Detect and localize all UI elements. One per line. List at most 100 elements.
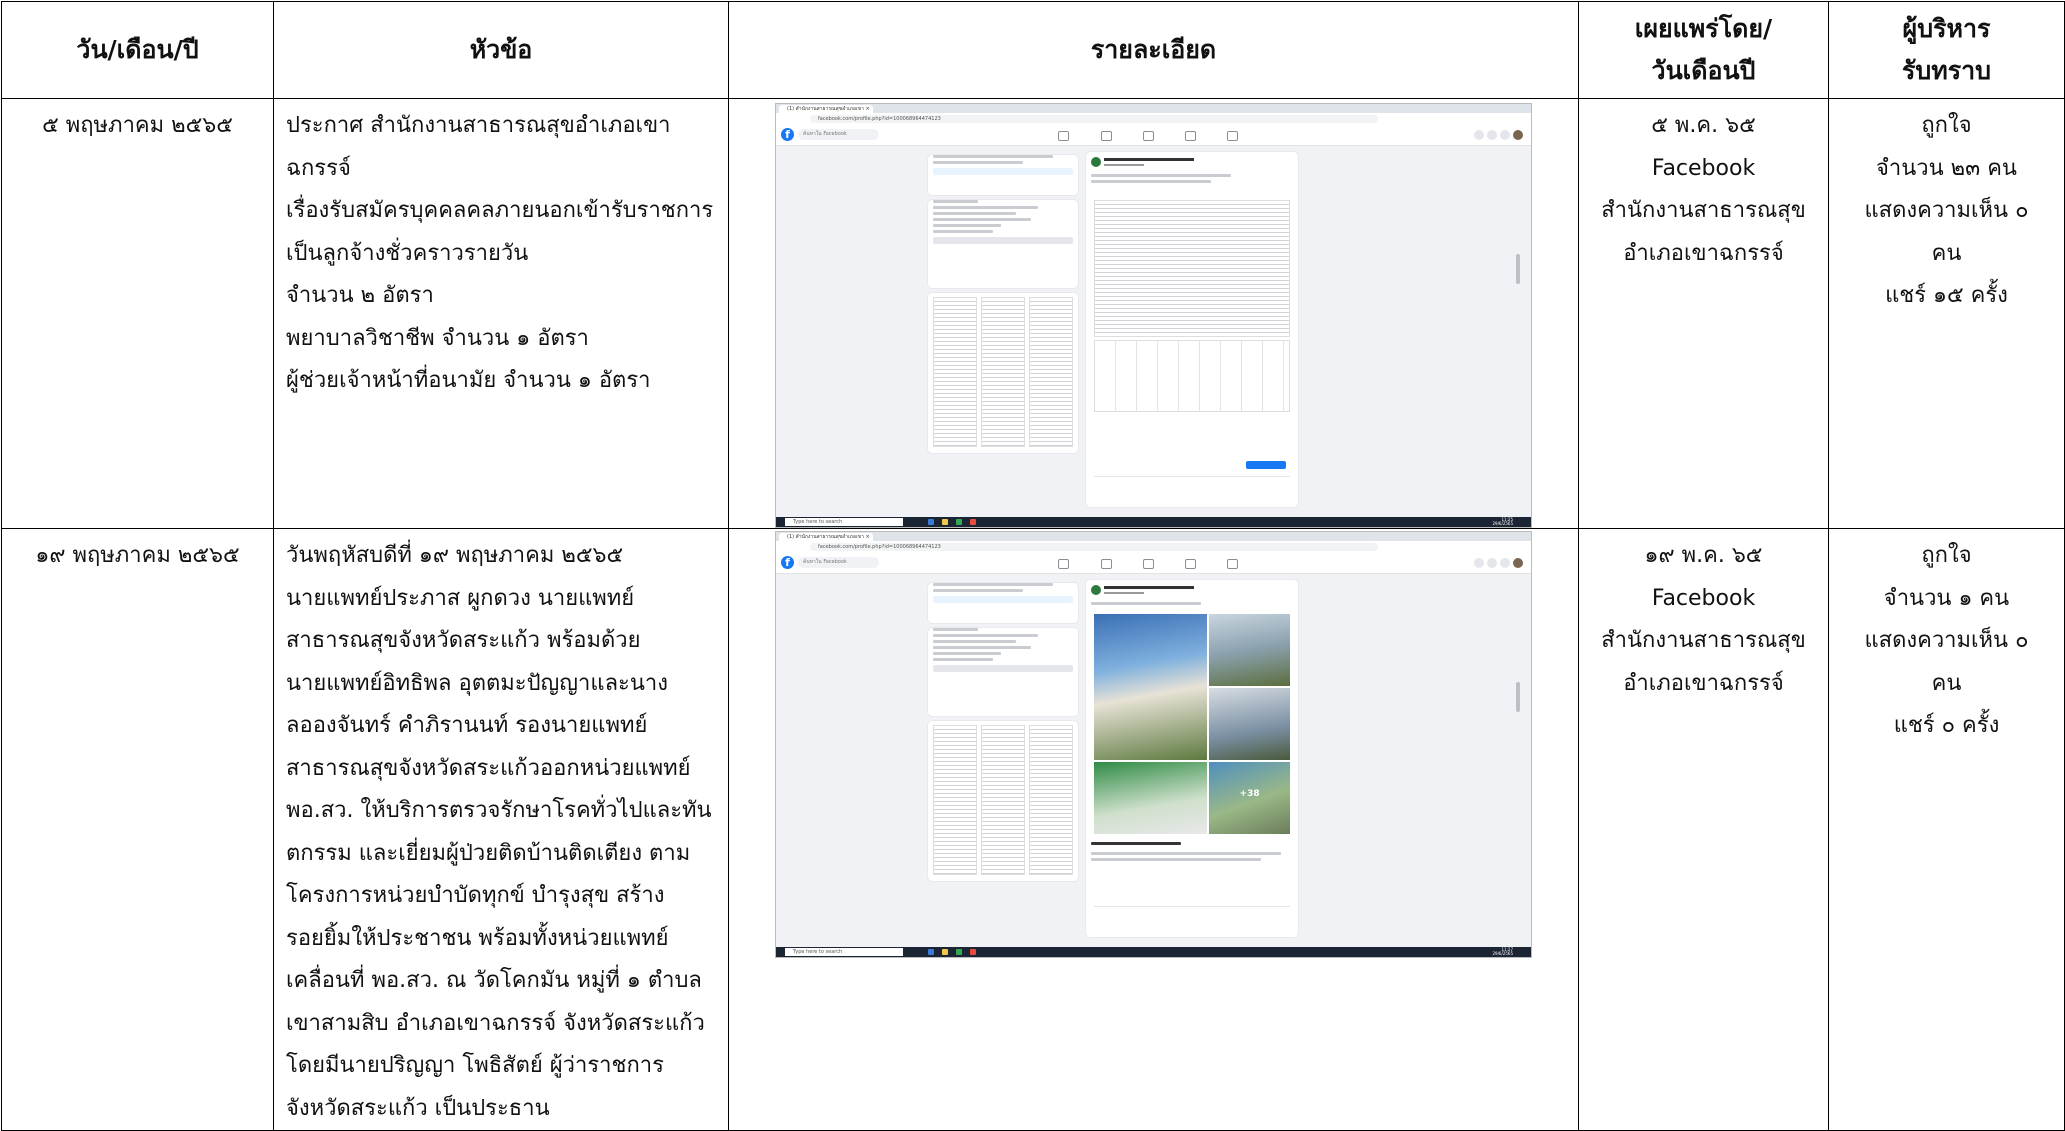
published-line: ๕ พ.ค. ๖๕	[1651, 113, 1756, 138]
post-column: +38	[1086, 580, 1298, 937]
photos-card	[928, 293, 1078, 453]
row-acknowledged: ถูกใจ จำนวน ๑ คน แสดงความเห็น ๐ คน แชร์ …	[1828, 528, 2065, 1131]
about-card	[928, 200, 1078, 288]
header-ack-line2: รับทราบ	[1901, 56, 1992, 85]
taskbar-clock: 11:27 29/6/2565	[1492, 947, 1513, 956]
facebook-logo-icon: f	[781, 128, 794, 141]
page-avatar	[1091, 157, 1101, 167]
row-topic: ประกาศ สำนักงานสาธารณสุขอำเภอเขา ฉกรรจ์ …	[273, 98, 729, 529]
header-published-line1: เผยแพร่โดย/	[1634, 14, 1773, 43]
announcement-document-image	[1094, 200, 1290, 337]
topic-line: เขาสามสิบ อำเภอเขาฉกรรจ์ จังหวัดสระแก้ว	[286, 1010, 705, 1036]
avatar	[1513, 558, 1523, 568]
facebook-screenshot: (1) สำนักงานสาธารณสุขอำเภอเขา × facebook…	[775, 531, 1532, 958]
home-icon	[1058, 559, 1069, 569]
chrome-icon	[956, 949, 962, 955]
about-card	[928, 628, 1078, 716]
info-card	[928, 583, 1078, 623]
avatar	[1513, 130, 1523, 140]
menu-icon	[1474, 558, 1484, 568]
menu-icon	[1474, 130, 1484, 140]
topic-line: ลอองจันทร์ คำภิรานนท์ รองนายแพทย์	[286, 713, 648, 738]
topic-line: ตกรรม และเยี่ยมผู้ป่วยติดบ้านติดเตียง ตา…	[286, 840, 691, 866]
edge-icon	[928, 519, 934, 525]
home-icon	[1058, 131, 1069, 141]
post-photo	[1209, 688, 1290, 760]
ack-line: จำนวน ๑ คน	[1883, 585, 2010, 611]
row-topic: วันพฤหัสบดีที่ ๑๙ พฤษภาคม ๒๕๖๕ นายแพทย์ป…	[273, 528, 729, 1131]
edge-icon	[928, 949, 934, 955]
header-row: วัน/เดือน/ปี หัวข้อ รายละเอียด เผยแพร่โด…	[1, 1, 2065, 99]
table-row: ๑๙ พฤษภาคม ๒๕๖๕ วันพฤหัสบดีที่ ๑๙ พฤษภาค…	[1, 528, 2065, 1131]
topic-line: จำนวน ๒ อัตรา	[286, 283, 434, 308]
groups-icon	[1185, 559, 1196, 569]
topic-line: ฉกรรจ์	[286, 155, 351, 181]
header-ack-line1: ผู้บริหาร	[1902, 14, 1991, 43]
row-details: (1) สำนักงานสาธารณสุขอำเภอเขา × facebook…	[728, 528, 1579, 1131]
row-date: ๑๙ พฤษภาคม ๒๕๖๕	[1, 528, 274, 1131]
ack-line: คน	[1931, 670, 1962, 696]
scrollbar	[1516, 682, 1520, 712]
facebook-logo-icon: f	[781, 556, 794, 569]
taskbar-clock: 11:25 29/6/2565	[1492, 517, 1513, 526]
browser-url: facebook.com/profile.php?id=100068964474…	[810, 543, 1378, 551]
post-actions	[1094, 476, 1290, 485]
announcement-table-image	[1094, 340, 1290, 412]
header-published: เผยแพร่โดย/ วันเดือนปี	[1578, 1, 1829, 99]
facebook-post: +38	[1086, 580, 1298, 937]
ack-line: แชร์ ๑๕ ครั้ง	[1885, 283, 2008, 308]
video-icon	[1101, 559, 1112, 569]
taskbar-search: Type here to search	[785, 948, 903, 956]
topic-line: สาธารณสุขจังหวัดสระแก้วออกหน่วยแพทย์	[286, 755, 691, 781]
gaming-icon	[1227, 131, 1238, 141]
marketplace-icon	[1143, 131, 1154, 141]
profile-left-column	[928, 152, 1078, 507]
notification-icon	[1500, 130, 1510, 140]
published-line: สำนักงานสาธารณสุข	[1601, 198, 1806, 223]
published-line: อำเภอเขาฉกรรจ์	[1623, 240, 1784, 266]
browser-tab: (1) สำนักงานสาธารณสุขอำเภอเขา ×	[779, 105, 873, 113]
activity-report-table: วัน/เดือน/ปี หัวข้อ รายละเอียด เผยแพร่โด…	[1, 1, 2065, 1131]
topic-line: นายแพทย์อิทธิพล อุตตมะปัญญาและนาง	[286, 670, 669, 696]
topic-line: เป็นลูกจ้างชั่วคราวรายวัน	[286, 240, 529, 266]
row-details: (1) สำนักงานสาธารณสุขอำเภอเขา × facebook…	[728, 98, 1579, 529]
profile-left-column	[928, 580, 1078, 937]
header-topic: หัวข้อ	[273, 1, 729, 99]
ack-line: แสดงความเห็น ๐	[1864, 198, 2029, 223]
facebook-search: ค้นหาใน Facebook	[798, 557, 879, 568]
post-photo-grid: +38	[1094, 614, 1290, 834]
topic-line: พยาบาลวิชาชีพ จำนวน ๑ อัตรา	[286, 325, 589, 351]
header-acknowledged: ผู้บริหาร รับทราบ	[1828, 1, 2065, 99]
topic-line: สาธารณสุขจังหวัดสระแก้ว พร้อมด้วย	[286, 628, 641, 653]
ack-line: จำนวน ๒๓ คน	[1876, 155, 2017, 181]
facebook-header: f ค้นหาใน Facebook	[776, 553, 1531, 574]
post-column	[1086, 152, 1298, 507]
browser-tab: (1) สำนักงานสาธารณสุขอำเภอเขา ×	[779, 533, 873, 541]
ack-line: คน	[1931, 240, 1962, 266]
messenger-icon	[1487, 130, 1497, 140]
folder-icon	[942, 519, 948, 525]
info-card	[928, 155, 1078, 195]
published-line: อำเภอเขาฉกรรจ์	[1623, 670, 1784, 696]
header-date: วัน/เดือน/ปี	[1, 1, 274, 99]
groups-icon	[1185, 131, 1196, 141]
topic-line: โดยมีนายปริญญา โพธิสัตย์ ผู้ว่าราชการ	[286, 1053, 664, 1078]
topic-line: นายแพทย์ประภาส ผูกดวง นายแพทย์	[286, 585, 635, 611]
photo-counter: +38	[1239, 789, 1260, 800]
app-icon	[970, 949, 976, 955]
post-photo	[1094, 762, 1208, 834]
taskbar-search: Type here to search	[785, 518, 903, 526]
row-published: ๑๙ พ.ค. ๖๕ Facebook สำนักงานสาธารณสุข อำ…	[1578, 528, 1829, 1131]
chrome-icon	[956, 519, 962, 525]
notification-icon	[1500, 558, 1510, 568]
gaming-icon	[1227, 559, 1238, 569]
row-acknowledged: ถูกใจ จำนวน ๒๓ คน แสดงความเห็น ๐ คน แชร์…	[1828, 98, 2065, 529]
marketplace-icon	[1143, 559, 1154, 569]
ack-line: แสดงความเห็น ๐	[1864, 628, 2029, 653]
topic-line: วันพฤหัสบดีที่ ๑๙ พฤษภาคม ๒๕๖๕	[286, 543, 624, 568]
post-actions	[1094, 906, 1290, 915]
folder-icon	[942, 949, 948, 955]
facebook-post	[1086, 152, 1298, 507]
ack-line: แชร์ ๐ ครั้ง	[1893, 713, 2000, 738]
topic-line: จังหวัดสระแก้ว เป็นประธาน	[286, 1095, 550, 1121]
